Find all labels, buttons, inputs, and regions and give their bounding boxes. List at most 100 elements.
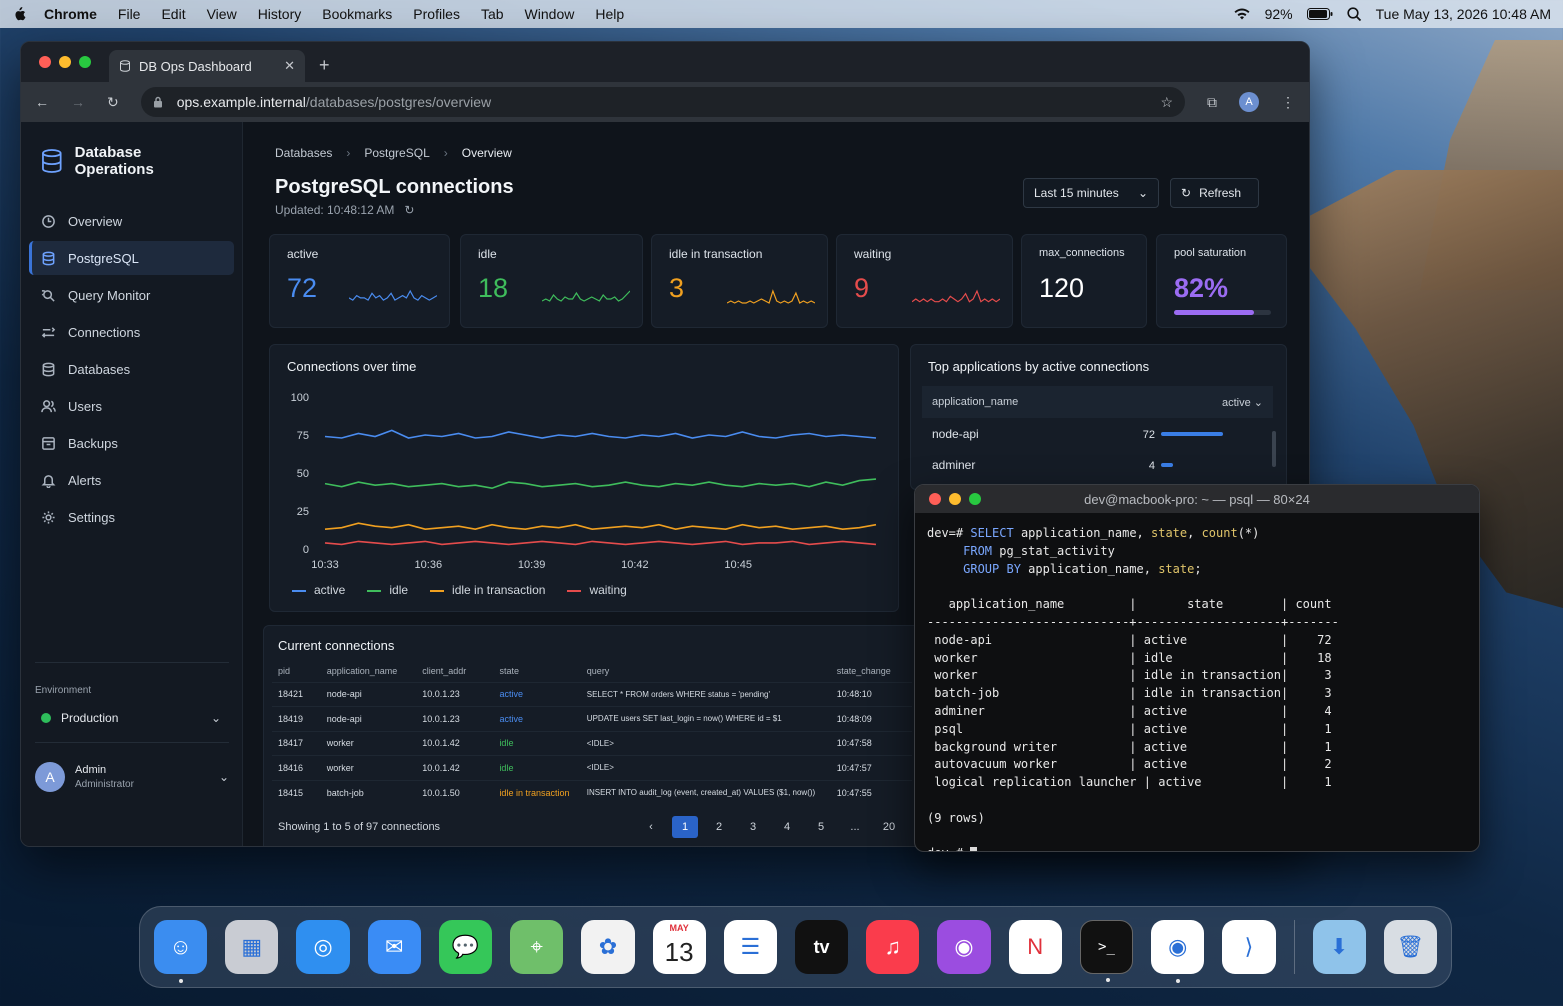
music-icon[interactable]: ♫ <box>866 920 920 974</box>
menu-help[interactable]: Help <box>595 6 624 22</box>
safari-icon[interactable]: ◎ <box>296 920 350 974</box>
refresh-button[interactable]: ↻ Refresh <box>1170 178 1259 208</box>
close-window-button[interactable] <box>929 493 941 505</box>
legend-item[interactable]: active <box>292 583 345 597</box>
page-4[interactable]: 4 <box>774 816 800 838</box>
downloads-icon[interactable]: ⬇ <box>1312 920 1366 974</box>
col-query[interactable]: query <box>581 660 831 682</box>
messages-icon[interactable]: 💬 <box>438 920 493 974</box>
legend-item[interactable]: waiting <box>567 583 627 597</box>
col-active-sort[interactable]: active ⌄ <box>1073 386 1273 418</box>
minimize-window-button[interactable] <box>949 493 961 505</box>
reload-icon[interactable]: ↻ <box>107 94 119 111</box>
launchpad-icon[interactable]: ▦ <box>225 920 279 974</box>
menu-tab[interactable]: Tab <box>481 6 504 22</box>
menu-profiles[interactable]: Profiles <box>413 6 460 22</box>
menu-edit[interactable]: Edit <box>161 6 185 22</box>
sidebar-item-postgresql[interactable]: PostgreSQL <box>29 241 234 275</box>
col-state[interactable]: state <box>493 660 580 682</box>
menu-view[interactable]: View <box>207 6 237 22</box>
breadcrumb-databases[interactable]: Databases <box>275 146 332 160</box>
bookmark-star-icon[interactable]: ☆ <box>1160 94 1173 111</box>
profile-avatar[interactable]: A <box>1239 92 1259 112</box>
terminal-output[interactable]: dev=# SELECT application_name, state, co… <box>915 513 1479 851</box>
tv-icon[interactable]: tv <box>794 920 849 974</box>
col-pid[interactable]: pid <box>272 660 321 682</box>
menu-app-name[interactable]: Chrome <box>44 6 97 22</box>
clock[interactable]: Tue May 13, 2026 10:48 AM <box>1376 6 1551 22</box>
table-row[interactable]: 18415 batch-job 10.0.1.50 idle in transacti… <box>272 779 912 805</box>
browser-tab[interactable]: DB Ops Dashboard ✕ <box>109 50 305 82</box>
sidebar-item-databases[interactable]: Databases <box>29 352 234 386</box>
menu-bookmarks[interactable]: Bookmarks <box>322 6 392 22</box>
extensions-icon[interactable]: ⧉ <box>1207 94 1217 111</box>
connections-chart[interactable]: 0 25 50 75 100 10:33 10:36 10:39 10:42 10:45 <box>270 375 900 605</box>
table-row[interactable]: node-api 72 <box>922 418 1273 449</box>
page-3[interactable]: 3 <box>740 816 766 838</box>
photos-icon[interactable]: ✿ <box>581 920 635 974</box>
menu-file[interactable]: File <box>118 6 141 22</box>
table-row[interactable]: 18416 worker 10.0.1.42 idle <IDLE> 10:47:57 <box>272 755 912 780</box>
page-5[interactable]: 5 <box>808 816 834 838</box>
calendar-icon[interactable]: 13 MAY <box>652 920 706 974</box>
cell-application-name: node-api <box>320 706 417 731</box>
col-state-change[interactable]: state_change <box>831 660 912 682</box>
podcasts-icon[interactable]: ◉ <box>937 920 991 974</box>
breadcrumb-postgresql[interactable]: PostgreSQL <box>364 146 429 160</box>
close-tab-icon[interactable]: ✕ <box>284 58 295 74</box>
sidebar-item-query-monitor[interactable]: Query Monitor <box>29 278 234 312</box>
zoom-window-button[interactable] <box>969 493 981 505</box>
vscode-icon[interactable]: ⟩ <box>1222 920 1276 974</box>
finder-icon[interactable]: ☺ <box>154 920 208 983</box>
col-application-name[interactable]: application_name <box>922 386 1074 418</box>
mail-icon[interactable]: ✉ <box>367 920 421 974</box>
sidebar-item-backups[interactable]: Backups <box>29 426 234 460</box>
sidebar-item-users[interactable]: Users <box>29 389 234 423</box>
environment-select[interactable]: Production ⌄ <box>35 700 227 736</box>
reminders-icon[interactable]: ☰ <box>723 920 777 974</box>
maps-icon[interactable]: ⌖ <box>510 920 564 974</box>
sidebar-item-connections[interactable]: Connections <box>29 315 234 349</box>
battery-icon[interactable] <box>1306 8 1333 20</box>
time-range-select[interactable]: Last 15 minutes ⌄ <box>1023 178 1159 208</box>
terminal-icon[interactable]: >_ <box>1079 920 1134 982</box>
trash-icon[interactable]: 🗑 <box>1383 920 1437 974</box>
table-row[interactable]: 18417 worker 10.0.1.42 idle <IDLE> 10:47:58 <box>272 730 912 756</box>
apple-icon[interactable] <box>12 7 26 21</box>
table-row[interactable]: 18419 node-api 10.0.1.23 active UPDATE users… <box>272 706 912 731</box>
page-1[interactable]: 1 <box>672 816 698 838</box>
col-application-name[interactable]: application_name <box>321 660 416 682</box>
news-icon[interactable]: N <box>1008 920 1062 974</box>
new-tab-icon[interactable]: + <box>319 55 330 76</box>
sidebar-brand[interactable]: Database Operations <box>21 122 242 204</box>
sidebar-item-overview[interactable]: Overview <box>29 204 234 238</box>
chrome-icon[interactable]: ◉ <box>1151 920 1205 983</box>
legend-item[interactable]: idle <box>367 583 408 597</box>
col-client-addr[interactable]: client_addr <box>416 660 493 682</box>
close-window-button[interactable] <box>39 56 51 68</box>
minimize-window-button[interactable] <box>59 56 71 68</box>
sidebar-item-settings[interactable]: Settings <box>29 500 234 534</box>
user-menu[interactable]: A Admin Administrator ⌄ <box>35 756 229 798</box>
legend-item[interactable]: idle in transaction <box>430 583 545 597</box>
chart-legend: active idle idle in transaction waiting <box>292 583 627 597</box>
page-2[interactable]: 2 <box>706 816 732 838</box>
spotlight-search-icon[interactable] <box>1347 6 1362 22</box>
back-icon[interactable]: ← <box>35 94 49 110</box>
forward-icon[interactable]: → <box>71 94 85 110</box>
menu-window[interactable]: Window <box>525 6 575 22</box>
terminal-input-line[interactable]: dev=# <box>927 845 1467 851</box>
url-field[interactable]: ops.example.internal/databases/postgres/… <box>140 87 1185 117</box>
sidebar-item-alerts[interactable]: Alerts <box>29 463 234 497</box>
prev-page-icon[interactable]: ‹ <box>638 816 664 838</box>
menu-history[interactable]: History <box>258 6 302 22</box>
lock-icon[interactable] <box>153 96 163 108</box>
scrollbar[interactable] <box>1272 431 1276 467</box>
table-row[interactable]: 18421 node-api 10.0.1.23 active SELECT * FRO… <box>272 681 912 707</box>
kebab-menu-icon[interactable]: ⋮ <box>1281 94 1295 111</box>
zoom-window-button[interactable] <box>79 56 91 68</box>
table-row[interactable]: adminer 4 <box>922 449 1273 480</box>
wifi-icon[interactable] <box>1233 7 1251 21</box>
refresh-small-icon[interactable]: ↻ <box>404 203 414 217</box>
page-20[interactable]: 20 <box>876 816 902 838</box>
